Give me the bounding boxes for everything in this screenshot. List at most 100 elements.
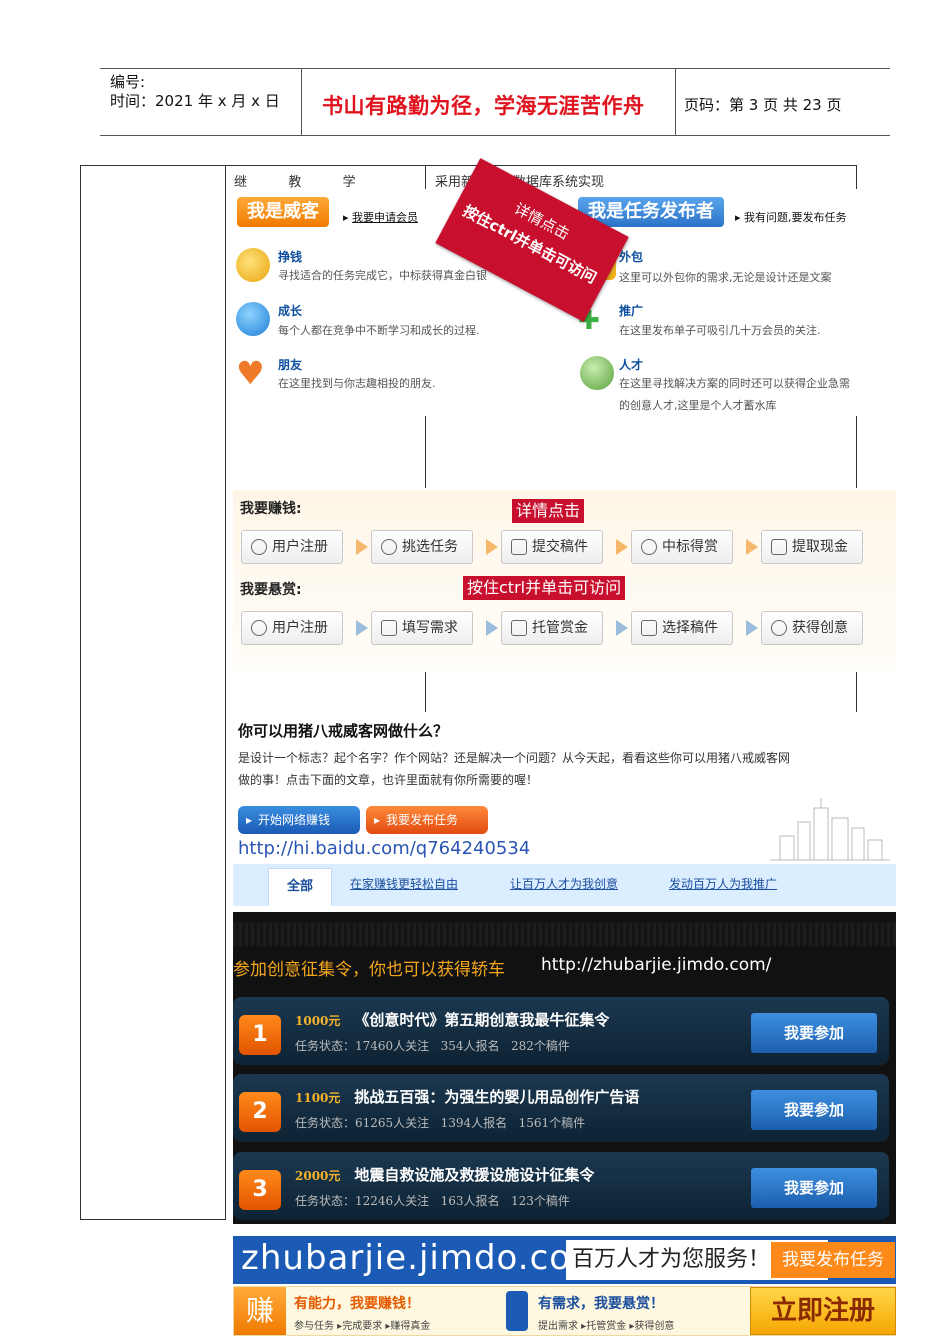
reward-step-escrow[interactable]: 托管赏金 [501, 611, 603, 645]
reward-step-fill[interactable]: 填写需求 [371, 611, 473, 645]
heart-icon: ♥ [236, 354, 265, 392]
feature-title: 成长 [278, 304, 303, 318]
grid-line [856, 416, 857, 488]
earn-step-register[interactable]: 用户注册 [241, 530, 343, 564]
table-top-rule [80, 165, 856, 166]
earn-subtitle: 参与任务 ▸完成要求 ▸赚得真金 [294, 1321, 431, 1332]
earn-step-pick[interactable]: 挑选任务 [371, 530, 473, 564]
folder-icon [641, 620, 657, 636]
motto-text: 书山有路勤为径，学海无涯苦作舟 [322, 93, 645, 118]
grid-line [856, 672, 857, 712]
blog-url-link[interactable]: http://hi.baidu.com/q764240534 [238, 838, 530, 859]
rank-badge: 1 [239, 1015, 281, 1055]
contest-title-line: 1100元 挑战五百强：为强生的婴儿用品创作广告语 [295, 1086, 639, 1107]
play-icon: ▸ [246, 813, 253, 827]
tab-all[interactable]: 全部 [268, 868, 332, 906]
apply-member-link[interactable]: ▸ 我要申请会员 [343, 209, 418, 225]
doc-time-label: 时间：2021 年 x 月 x 日 [110, 92, 280, 110]
arrow-right-icon [616, 539, 628, 555]
feature-title: 挣钱 [278, 250, 303, 264]
start-earning-button[interactable]: ▸ 开始网络赚钱 [238, 806, 360, 834]
search-icon [381, 539, 397, 555]
register-now-button[interactable]: 立即注册 [750, 1287, 896, 1335]
feature-desc: 在这里寻找解决方案的同时还可以获得企业急需 [619, 377, 850, 390]
contest-card[interactable]: 1 1000元 《创意时代》第五期创意我最牛征集令 任务状态：17460人关注 3… [233, 997, 889, 1065]
tab-earn-at-home[interactable]: 在家赚钱更轻松自由 [350, 875, 458, 892]
banner-domain: zhubarjie.jimdo.com [241, 1238, 606, 1278]
bird-icon [236, 302, 270, 336]
coins-icon [236, 248, 270, 282]
rank-badge: 3 [239, 1170, 281, 1210]
earn-step-submit[interactable]: 提交稿件 [501, 530, 603, 564]
reward-label: 我要悬赏: [240, 582, 302, 598]
contest-name: 地震自救设施及救援设施设计征集令 [354, 1166, 595, 1184]
contest-url[interactable]: http://zhubarjie.jimdo.com/ [541, 955, 771, 975]
tab-talent-ideas[interactable]: 让百万人才为我创意 [510, 875, 618, 892]
feature-desc-cont: 的创意人才,这里是个人才蓄水库 [619, 399, 777, 412]
prize-amount: 1100元 [295, 1091, 341, 1105]
join-button[interactable]: 我要参加 [751, 1168, 877, 1208]
feature-desc: 这里可以外包你的需求,无论是设计还是文案 [619, 271, 832, 284]
feature-desc: 每个人都在竞争中不断学习和成长的过程. [278, 324, 480, 337]
reward-step-idea[interactable]: 获得创意 [761, 611, 863, 645]
document-icon [381, 620, 397, 636]
feature-title: 人才 [619, 358, 644, 372]
contest-status: 任务状态：17460人关注 354人报名 282个稿件 [295, 1039, 570, 1053]
header-top-rule [100, 68, 890, 69]
cart-icon [511, 620, 527, 636]
arrow-right-icon [356, 539, 368, 555]
cta-strip: 赚 有能力，我要赚钱！ 参与任务 ▸完成要求 ▸赚得真金 有需求，我要悬赏！ 提… [233, 1286, 896, 1336]
site-banner[interactable]: zhubarjie.jimdo.com 百万人才为您服务！ 我要发布任务 [233, 1236, 896, 1284]
header-divider-1 [301, 68, 302, 136]
earn-char-badge: 赚 [234, 1287, 286, 1335]
witkey-tag: 我是威客 [237, 197, 329, 227]
detail-note[interactable]: 详情点击 [512, 499, 585, 523]
join-button[interactable]: 我要参加 [751, 1013, 877, 1053]
contest-title-line: 1000元 《创意时代》第五期创意我最牛征集令 [295, 1009, 609, 1030]
post-task-button[interactable]: ▸ 我要发布任务 [366, 806, 488, 834]
table-left-column [80, 165, 225, 1220]
city-skyline-icon [770, 798, 890, 861]
play-icon: ▸ [374, 813, 381, 827]
arrow-right-icon [746, 620, 758, 636]
intro-text-line2: 做的事！点击下面的文章，也许里面就有你所需要的喔！ [238, 773, 539, 787]
arrow-right-icon [356, 620, 368, 636]
arrow-right-icon [486, 620, 498, 636]
post-task-link[interactable]: ▸ 我有问题,要发布任务 [735, 209, 847, 225]
upload-icon [511, 539, 527, 555]
arrow-right-icon [486, 539, 498, 555]
panel-texture [233, 922, 896, 946]
copy-icon [771, 539, 787, 555]
prize-amount: 1000元 [295, 1014, 341, 1028]
page-info: 页码：第 3 页 共 23 页 [684, 96, 842, 114]
earn-label: 我要赚钱: [240, 501, 302, 517]
feature-desc: 在这里发布单子可吸引几十万会员的关注. [619, 324, 821, 337]
reward-step-select[interactable]: 选择稿件 [631, 611, 733, 645]
user-icon [251, 620, 267, 636]
rank-badge: 2 [239, 1092, 281, 1132]
reward-step-register[interactable]: 用户注册 [241, 611, 343, 645]
earn-title: 有能力，我要赚钱！ [294, 1296, 420, 1312]
header-divider-2 [675, 68, 676, 136]
table-right-edge [856, 165, 857, 189]
contest-name: 挑战五百强：为强生的婴儿用品创作广告语 [354, 1088, 640, 1106]
table-inner-divider [425, 165, 426, 189]
feature-title: 推广 [619, 304, 644, 318]
need-subtitle: 提出需求 ▸托管赏金 ▸获得创意 [538, 1321, 675, 1332]
contest-name: 《创意时代》第五期创意我最牛征集令 [354, 1011, 610, 1029]
contest-status: 任务状态：12246人关注 163人报名 123个稿件 [295, 1194, 570, 1208]
grid-line [425, 672, 426, 712]
tab-promotion[interactable]: 发动百万人为我推广 [669, 875, 777, 892]
contest-card[interactable]: 3 2000元 地震自救设施及救援设施设计征集令 任务状态：12246人关注 16… [233, 1152, 889, 1220]
ctrl-click-note[interactable]: 按住ctrl并单击可访问 [463, 576, 626, 600]
join-button[interactable]: 我要参加 [751, 1090, 877, 1130]
section-question: 你可以用猪八戒威客网做什么？ [238, 722, 449, 740]
earn-step-withdraw[interactable]: 提取现金 [761, 530, 863, 564]
banner-post-button[interactable]: 我要发布任务 [771, 1242, 895, 1278]
arrow-right-icon [616, 620, 628, 636]
feature-desc: 在这里找到与你志趣相投的朋友. [278, 377, 436, 390]
earn-step-win[interactable]: 中标得赏 [631, 530, 733, 564]
contest-card[interactable]: 2 1100元 挑战五百强：为强生的婴儿用品创作广告语 任务状态：61265人关注… [233, 1074, 889, 1142]
feature-desc: 寻找适合的任务完成它，中标获得真金白银 [278, 269, 487, 282]
share-icon [771, 620, 787, 636]
